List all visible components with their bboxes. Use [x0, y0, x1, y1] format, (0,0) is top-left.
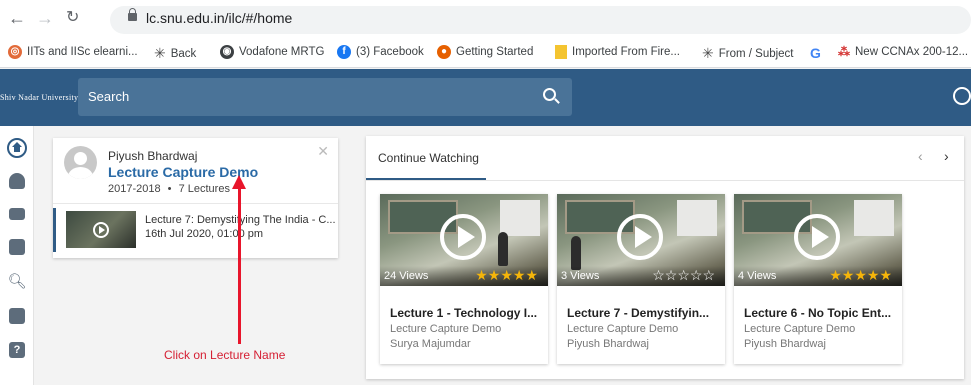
- sidebar-item-help[interactable]: ?: [7, 340, 27, 360]
- bookmark-getting-started[interactable]: ● Getting Started: [437, 45, 533, 59]
- video-thumbnail[interactable]: 24 Views ★★★★★: [380, 194, 548, 286]
- courses-icon: [9, 173, 25, 189]
- tab-label: Continue Watching: [378, 151, 479, 165]
- annotation-arrow: [238, 186, 241, 344]
- presenter-name: Piyush Bhardwaj: [108, 149, 198, 163]
- close-icon[interactable]: ✕: [317, 143, 329, 160]
- globe-icon: ◉: [220, 45, 234, 59]
- ccna-icon: ⁂: [838, 45, 850, 59]
- search-input[interactable]: Search: [78, 78, 572, 116]
- view-count: 4 Views: [738, 270, 777, 282]
- continue-watching-panel: Continue Watching ‹ › 24 Views ★★★★★ Lec…: [366, 136, 964, 379]
- left-sidebar: 🔍︎ ?: [0, 126, 34, 385]
- speaker: [571, 236, 581, 270]
- reload-icon[interactable]: ↻: [66, 8, 79, 28]
- magnifier-icon: 🔍︎: [7, 273, 27, 290]
- folder-icon: [555, 45, 567, 59]
- video-icon: [9, 239, 25, 255]
- bookmark-google[interactable]: G: [810, 45, 821, 61]
- course-card: Piyush Bhardwaj Lecture Capture Demo 201…: [53, 138, 338, 258]
- video-card[interactable]: 4 Views ★★★★★ Lecture 6 - No Topic Ent..…: [734, 194, 902, 364]
- star-rating: ★★★★★: [829, 267, 892, 283]
- search-placeholder: Search: [88, 89, 130, 104]
- course-year: 2017-2018: [108, 183, 161, 195]
- course-meta: 2017-2018 • 7 Lectures: [108, 183, 230, 195]
- chevron-left-icon[interactable]: ‹: [918, 148, 923, 164]
- sidebar-item-search[interactable]: 🔍︎: [7, 271, 27, 291]
- lecture-count: 7 Lectures: [178, 183, 230, 195]
- projector-screen: [500, 200, 540, 236]
- projector-screen: [677, 200, 717, 236]
- sidebar-item-folders[interactable]: [7, 204, 27, 224]
- speaker: [498, 232, 508, 266]
- divider: [53, 203, 338, 204]
- video-author: Surya Majumdar: [390, 338, 471, 350]
- lock-icon: [128, 8, 137, 21]
- help-icon: ?: [9, 342, 25, 358]
- app-header: Shiv Nadar University Search: [0, 69, 971, 126]
- video-card[interactable]: 3 Views ☆☆☆☆☆ Lecture 7 - Demystifyin...…: [557, 194, 725, 364]
- back-arrow-icon[interactable]: ←: [8, 8, 26, 28]
- tab-divider: [366, 180, 964, 181]
- video-thumbnail[interactable]: 3 Views ☆☆☆☆☆: [557, 194, 725, 286]
- bookmark-imported[interactable]: Imported From Fire...: [555, 45, 680, 59]
- sidebar-item-home[interactable]: [7, 138, 27, 158]
- video-course: Lecture Capture Demo: [744, 323, 856, 335]
- bookmark-iits[interactable]: ◎ IITs and IISc elearni...: [8, 45, 138, 59]
- iits-icon: ◎: [8, 45, 22, 59]
- video-thumbnail[interactable]: 4 Views ★★★★★: [734, 194, 902, 286]
- sidebar-item-courses[interactable]: [7, 171, 27, 191]
- chevron-right-icon[interactable]: ›: [944, 148, 949, 164]
- projector-screen: [854, 200, 894, 236]
- video-card[interactable]: 24 Views ★★★★★ Lecture 1 - Technology I.…: [380, 194, 548, 364]
- asterisk-icon: ✳: [702, 45, 714, 61]
- avatar: [64, 146, 97, 179]
- bookmark-vodafone[interactable]: ◉ Vodafone MRTG: [220, 45, 324, 59]
- lecture-thumbnail[interactable]: [66, 211, 136, 248]
- video-course: Lecture Capture Demo: [567, 323, 679, 335]
- bookmarks-bar: ◎ IITs and IISc elearni... ✳ Back ◉ Voda…: [0, 38, 971, 68]
- sidebar-item-analytics[interactable]: [7, 306, 27, 326]
- video-course: Lecture Capture Demo: [390, 323, 502, 335]
- google-icon: G: [810, 45, 821, 61]
- video-title[interactable]: Lecture 7 - Demystifyin...: [567, 306, 709, 320]
- tab-continue-watching[interactable]: Continue Watching: [366, 136, 486, 180]
- home-icon: [7, 138, 27, 158]
- video-title[interactable]: Lecture 6 - No Topic Ent...: [744, 306, 891, 320]
- facebook-icon: f: [337, 45, 351, 59]
- lecture-row[interactable]: Lecture 7: Demystifying The India - C...…: [53, 208, 338, 252]
- bookmark-ccna[interactable]: ⁂ New CCNAx 200-12...: [838, 45, 968, 59]
- view-count: 24 Views: [384, 270, 429, 282]
- play-icon: [93, 222, 109, 238]
- star-rating: ☆☆☆☆☆: [652, 267, 715, 283]
- play-icon[interactable]: [440, 214, 486, 260]
- play-icon[interactable]: [794, 214, 840, 260]
- lecture-date: 16th Jul 2020, 01:00 pm: [145, 228, 264, 240]
- video-author: Piyush Bhardwaj: [567, 338, 649, 350]
- bookmark-from-subject[interactable]: ✳ From / Subject: [702, 45, 794, 62]
- meta-separator: •: [167, 183, 172, 195]
- view-count: 3 Views: [561, 270, 600, 282]
- play-icon[interactable]: [617, 214, 663, 260]
- bookmark-facebook[interactable]: f (3) Facebook: [337, 45, 424, 59]
- bookmark-back[interactable]: ✳ Back: [154, 45, 196, 62]
- university-logo[interactable]: Shiv Nadar University: [0, 93, 78, 102]
- annotation-text: Click on Lecture Name: [164, 348, 286, 362]
- forward-arrow-icon[interactable]: →: [36, 8, 54, 28]
- sidebar-item-videos[interactable]: [7, 237, 27, 257]
- help-icon[interactable]: [953, 87, 971, 105]
- asterisk-icon: ✳: [154, 45, 166, 61]
- search-icon[interactable]: [543, 88, 556, 101]
- video-title[interactable]: Lecture 1 - Technology I...: [390, 306, 537, 320]
- url-text[interactable]: lc.snu.edu.in/ilc/#/home: [146, 10, 292, 26]
- folder-icon: [9, 208, 25, 220]
- browser-toolbar: ← → ↻ lc.snu.edu.in/ilc/#/home: [0, 0, 971, 38]
- analytics-icon: [9, 308, 25, 324]
- star-rating: ★★★★★: [475, 267, 538, 283]
- firefox-icon: ●: [437, 45, 451, 59]
- video-author: Piyush Bhardwaj: [744, 338, 826, 350]
